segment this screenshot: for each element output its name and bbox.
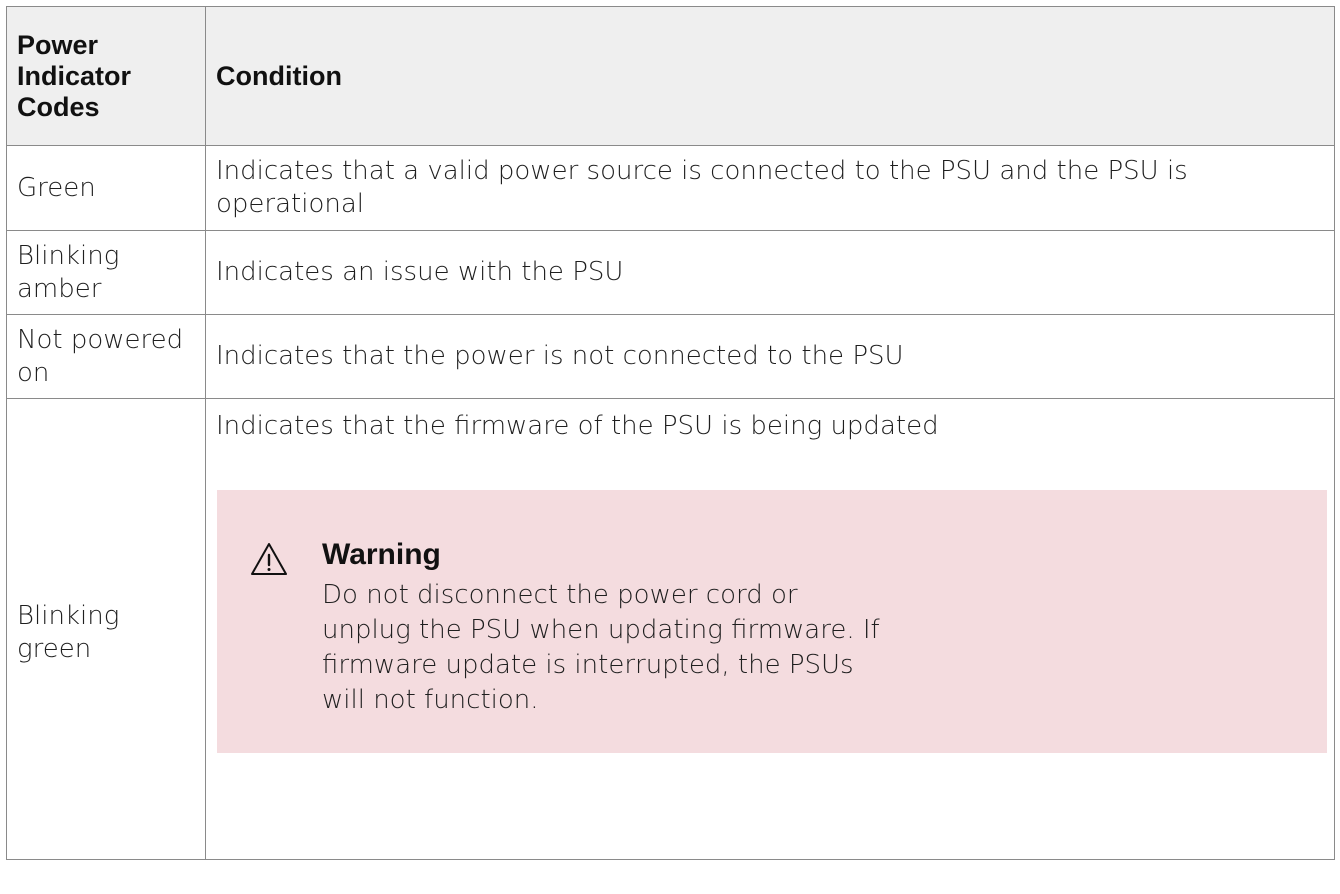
header-condition: Condition bbox=[205, 6, 1335, 146]
indicator-code-cell: Green bbox=[6, 145, 206, 231]
condition-cell: Indicates an issue with the PSU bbox=[205, 230, 1335, 315]
table-header-row: Power Indicator Codes Condition bbox=[6, 6, 1335, 146]
condition-cell: Indicates that a valid power source is c… bbox=[205, 145, 1335, 231]
warning-triangle-icon bbox=[250, 542, 288, 576]
indicator-code-cell: Not powered on bbox=[6, 314, 206, 399]
header-power-indicator-codes: Power Indicator Codes bbox=[6, 6, 206, 146]
condition-cell: Indicates that the firmware of the PSU i… bbox=[205, 398, 1335, 860]
indicator-code-cell: Blinking amber bbox=[6, 230, 206, 315]
table-row: Blinking amber Indicates an issue with t… bbox=[6, 230, 1335, 315]
table-row: Green Indicates that a valid power sourc… bbox=[6, 145, 1335, 231]
table-row: Blinking green Indicates that the firmwa… bbox=[6, 398, 1335, 860]
condition-cell: Indicates that the power is not connecte… bbox=[205, 314, 1335, 399]
indicator-code-text: Blinking green bbox=[17, 601, 120, 664]
indicator-code-cell: Blinking green bbox=[6, 398, 206, 860]
power-indicator-table: Power Indicator Codes Condition Green In… bbox=[6, 6, 1335, 860]
warning-text: Do not disconnect the power cord or unpl… bbox=[322, 580, 880, 715]
warning-title: Warning bbox=[322, 538, 441, 571]
table-row: Not powered on Indicates that the power … bbox=[6, 314, 1335, 399]
warning-callout: Warning Do not disconnect the power cord… bbox=[217, 490, 1327, 753]
condition-text: Indicates that the firmware of the PSU i… bbox=[216, 411, 939, 441]
